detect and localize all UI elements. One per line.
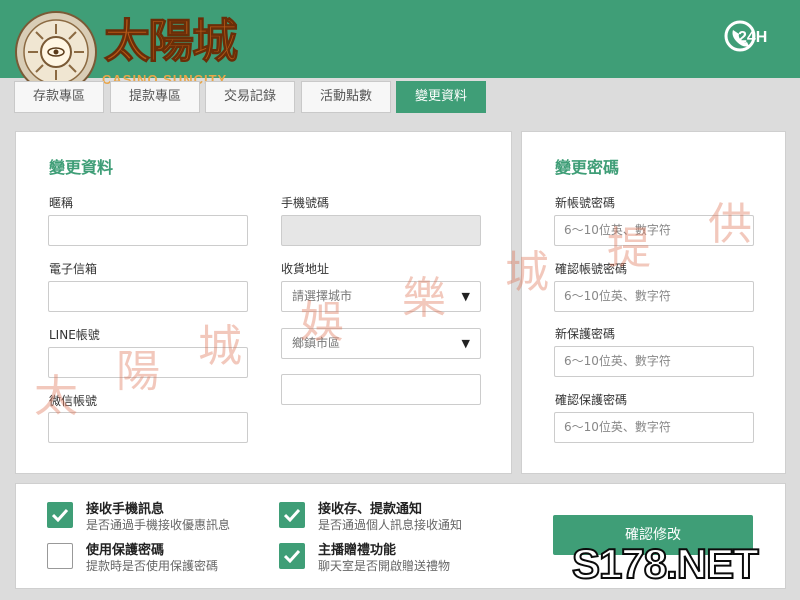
city-select-text: 請選擇城市 [292,289,353,303]
header-bar: 太陽城 CASINO SUNCITY 24H [0,0,800,93]
tab-edit-profile[interactable]: 變更資料 [396,81,486,113]
phone-label: 手機號碼 [281,196,330,210]
gift-feature-title: 主播贈禮功能 [318,543,397,558]
wechat-input[interactable] [48,412,248,443]
profile-title: 變更資料 [49,158,114,177]
city-select[interactable]: 請選擇城市 ▼ [281,281,481,312]
protect-password-checkbox[interactable] [47,543,73,569]
tab-points[interactable]: 活動點數 [301,81,391,113]
new-protect-password-label: 新保護密碼 [555,327,616,341]
support-24h-icon[interactable]: 24H [724,16,772,56]
address-label: 收貨地址 [281,262,330,276]
phone-input [281,215,481,246]
receive-sms-desc: 是否通過手機接收優惠訊息 [86,518,231,532]
email-input[interactable] [48,281,248,312]
nickname-label: 暱稱 [49,196,74,210]
address-detail-input[interactable] [281,374,481,405]
district-select-text: 鄉鎮市區 [292,336,341,350]
brand-logo[interactable]: 太陽城 CASINO SUNCITY [12,6,262,93]
district-select[interactable]: 鄉鎮市區 ▼ [281,328,481,359]
new-account-password-label: 新帳號密碼 [555,196,616,210]
receive-sms-title: 接收手機訊息 [86,502,165,517]
protect-password-desc: 提款時是否使用保護密碼 [86,559,219,573]
transfer-notice-title: 接收存、提款通知 [318,502,423,517]
confirm-account-password-input[interactable]: 6～10位英、數字符 [554,281,754,312]
support-label: 24H [738,29,767,46]
checkmark-icon [52,508,68,522]
confirm-account-password-label: 確認帳號密碼 [555,262,628,276]
tab-withdraw[interactable]: 提款專區 [110,81,200,113]
wechat-label: 微信帳號 [49,394,98,408]
transfer-notice-desc: 是否通過個人訊息接收通知 [318,518,463,532]
new-protect-password-input[interactable]: 6～10位英、數字符 [554,346,754,377]
email-label: 電子信箱 [49,262,98,276]
line-input[interactable] [48,347,248,378]
profile-panel: 變更資料 暱稱 手機號碼 電子信箱 收貨地址 請選擇城市 ▼ LINE帳號 鄉鎮… [15,131,512,474]
gift-feature-checkbox[interactable] [279,543,305,569]
confirm-protect-password-label: 確認保護密碼 [555,393,628,407]
confirm-protect-password-input[interactable]: 6～10位英、數字符 [554,412,754,443]
tab-transactions[interactable]: 交易記錄 [205,81,295,113]
transfer-notice-checkbox[interactable] [279,502,305,528]
new-account-password-input[interactable]: 6～10位英、數字符 [554,215,754,246]
nickname-input[interactable] [48,215,248,246]
password-panel: 變更密碼 新帳號密碼 6～10位英、數字符 確認帳號密碼 6～10位英、數字符 … [521,131,786,474]
brand-name: 太陽城 [104,14,239,68]
password-title: 變更密碼 [555,158,620,177]
dropdown-arrow-icon: ▼ [461,337,470,350]
dropdown-arrow-icon: ▼ [461,290,470,303]
checkmark-icon [284,549,300,563]
gift-feature-desc: 聊天室是否開啟贈送禮物 [318,559,451,573]
protect-password-title: 使用保護密碼 [86,543,165,558]
line-label: LINE帳號 [49,328,100,342]
checkmark-icon [284,508,300,522]
site-watermark: S178.NET [571,539,760,588]
tab-deposit[interactable]: 存款專區 [14,81,104,113]
receive-sms-checkbox[interactable] [47,502,73,528]
